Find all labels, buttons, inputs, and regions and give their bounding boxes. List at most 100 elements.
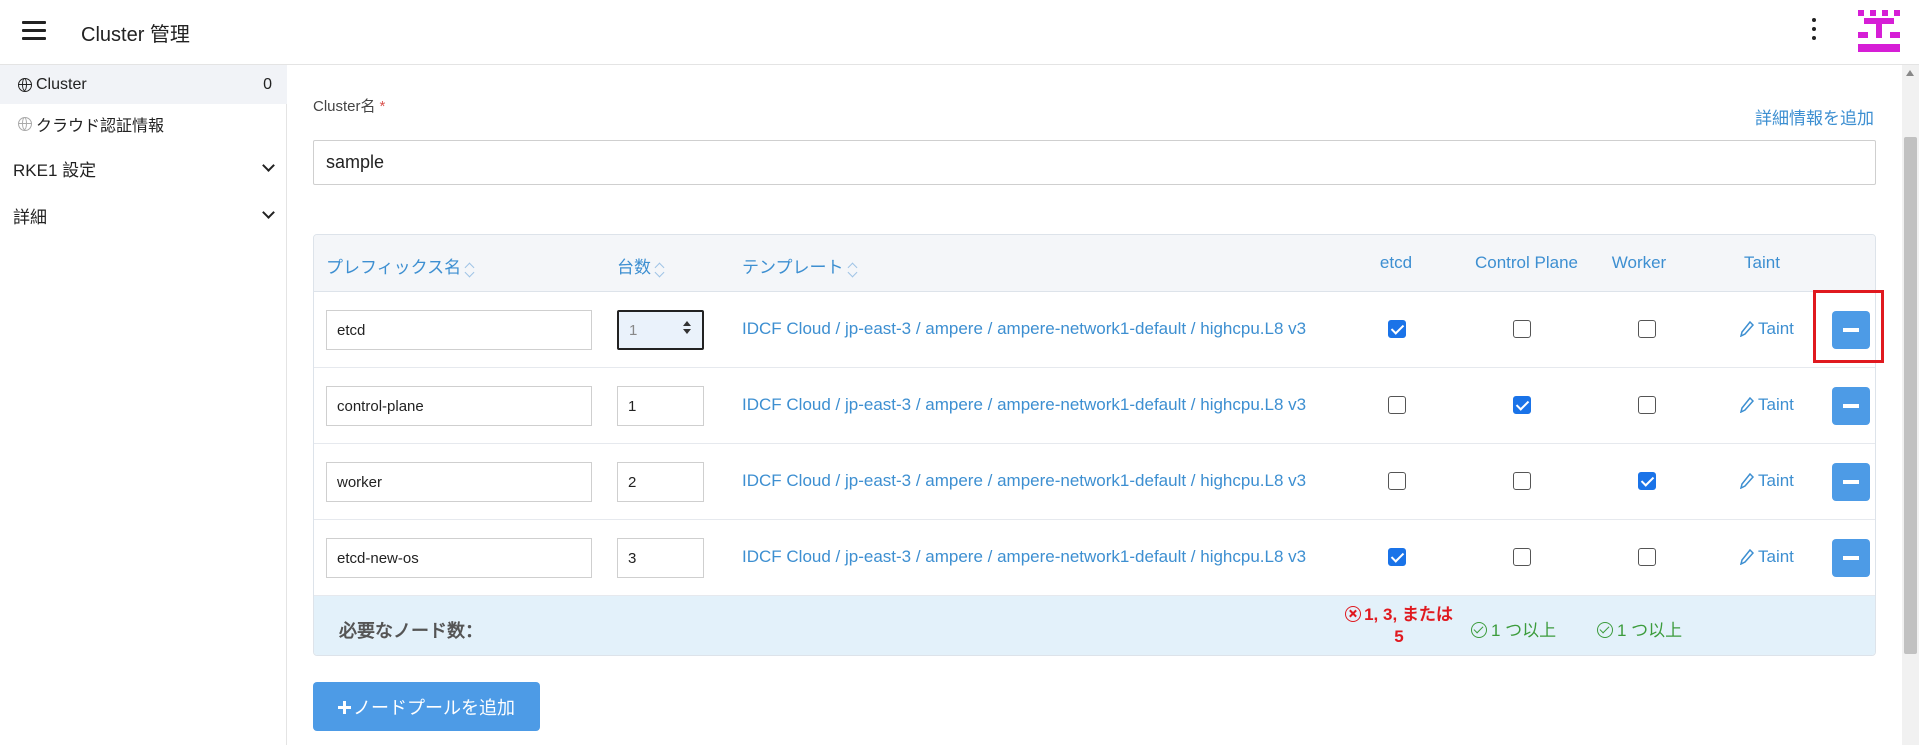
worker-requirement-status: 1 つ以上 — [1597, 616, 1682, 641]
prefix-input[interactable] — [326, 310, 592, 350]
taint-link[interactable]: Taint — [1740, 471, 1794, 491]
pencil-icon — [1740, 321, 1754, 337]
scroll-thumb[interactable] — [1904, 137, 1917, 654]
table-header: プレフィックス名 台数 テンプレート etcd Control Plane Wo… — [314, 235, 1875, 292]
chevron-down-icon — [262, 159, 275, 172]
worker-checkbox[interactable] — [1638, 320, 1656, 338]
taint-label: Taint — [1758, 395, 1794, 414]
control-plane-checkbox[interactable] — [1513, 472, 1531, 490]
node-pool-table: プレフィックス名 台数 テンプレート etcd Control Plane Wo… — [313, 234, 1876, 656]
globe-icon — [18, 116, 32, 131]
app-title: Cluster 管理 — [81, 24, 190, 46]
prefix-input[interactable] — [326, 538, 592, 578]
sidebar-item-count: 0 — [263, 75, 272, 93]
error-circle-icon — [1345, 606, 1362, 622]
sidebar: Cluster 0 クラウド認証情報 RKE1 設定 詳細 — [0, 65, 287, 745]
worker-checkbox[interactable] — [1638, 548, 1656, 566]
header-etcd: etcd — [1379, 253, 1413, 272]
header-prefix[interactable]: プレフィックス名 — [326, 253, 474, 278]
sidebar-item-cloud-credentials[interactable]: クラウド認証情報 — [0, 104, 287, 143]
table-row: IDCF Cloud / jp-east-3 / ampere / ampere… — [314, 292, 1875, 368]
etcd-requirement-text-cont: 5 — [1394, 627, 1404, 646]
sidebar-group-label: RKE1 設定 — [13, 161, 97, 180]
sort-icon — [465, 261, 474, 276]
hamburger-icon[interactable] — [22, 21, 46, 41]
worker-checkbox[interactable] — [1638, 396, 1656, 414]
pencil-icon — [1740, 549, 1754, 565]
app-header: Cluster 管理 — [0, 0, 1919, 65]
taint-link[interactable]: Taint — [1740, 547, 1794, 567]
worker-checkbox[interactable] — [1638, 472, 1656, 490]
header-prefix-label: プレフィックス名 — [326, 258, 462, 277]
sidebar-item-cluster[interactable]: Cluster 0 — [0, 65, 287, 104]
template-link[interactable]: IDCF Cloud / jp-east-3 / ampere / ampere… — [742, 395, 1306, 415]
cluster-name-label: Cluster名 * — [313, 95, 385, 116]
cluster-name-label-text: Cluster名 — [313, 98, 376, 115]
header-count-label: 台数 — [617, 258, 651, 277]
taint-link[interactable]: Taint — [1740, 319, 1794, 339]
remove-node-pool-button[interactable] — [1832, 463, 1870, 501]
count-stepper[interactable] — [680, 318, 694, 342]
chevron-down-icon — [262, 206, 275, 219]
sidebar-item-label: クラウド認証情報 — [36, 117, 165, 135]
template-link[interactable]: IDCF Cloud / jp-east-3 / ampere / ampere… — [742, 319, 1306, 339]
user-avatar[interactable] — [1856, 8, 1902, 54]
add-detail-link[interactable]: 詳細情報を追加 — [1755, 104, 1874, 129]
prefix-input[interactable] — [326, 386, 592, 426]
remove-node-pool-button[interactable] — [1832, 387, 1870, 425]
template-link[interactable]: IDCF Cloud / jp-east-3 / ampere / ampere… — [742, 471, 1306, 491]
table-row: IDCF Cloud / jp-east-3 / ampere / ampere… — [314, 368, 1875, 444]
table-row: IDCF Cloud / jp-east-3 / ampere / ampere… — [314, 444, 1875, 520]
control-plane-checkbox[interactable] — [1513, 548, 1531, 566]
header-template[interactable]: テンプレート — [742, 253, 857, 278]
table-row: IDCF Cloud / jp-east-3 / ampere / ampere… — [314, 520, 1875, 596]
etcd-requirement-text: 1, 3, または — [1364, 605, 1453, 624]
control-plane-checkbox[interactable] — [1513, 396, 1531, 414]
taint-label: Taint — [1758, 319, 1794, 338]
prefix-input[interactable] — [326, 462, 592, 502]
control-plane-checkbox[interactable] — [1513, 320, 1531, 338]
globe-icon — [18, 77, 32, 92]
header-template-label: テンプレート — [742, 258, 844, 277]
count-input[interactable] — [617, 462, 704, 502]
etcd-checkbox[interactable] — [1388, 396, 1406, 414]
sidebar-group-rke1-settings[interactable]: RKE1 設定 — [0, 149, 287, 188]
header-taint: Taint — [1744, 253, 1780, 272]
kebab-icon[interactable] — [1806, 16, 1822, 46]
taint-label: Taint — [1758, 471, 1794, 490]
etcd-requirement-status: 1, 3, または 5 — [1334, 604, 1464, 648]
plus-icon — [338, 701, 351, 714]
check-circle-icon — [1471, 622, 1487, 638]
vertical-scrollbar[interactable] — [1902, 65, 1919, 745]
count-input[interactable] — [617, 538, 704, 578]
pencil-icon — [1740, 397, 1754, 413]
cluster-name-input[interactable] — [313, 140, 1876, 185]
sidebar-group-details[interactable]: 詳細 — [0, 196, 287, 235]
header-count[interactable]: 台数 — [617, 253, 664, 278]
etcd-checkbox[interactable] — [1388, 320, 1406, 338]
taint-link[interactable]: Taint — [1740, 395, 1794, 415]
check-circle-icon — [1597, 622, 1613, 638]
template-link[interactable]: IDCF Cloud / jp-east-3 / ampere / ampere… — [742, 547, 1306, 567]
sidebar-item-label: Cluster — [36, 75, 87, 93]
control-plane-requirement-status: 1 つ以上 — [1471, 616, 1556, 641]
remove-node-pool-button[interactable] — [1832, 539, 1870, 577]
etcd-checkbox[interactable] — [1388, 548, 1406, 566]
add-node-pool-button[interactable]: ノードプールを追加 — [313, 682, 540, 731]
etcd-checkbox[interactable] — [1388, 472, 1406, 490]
required-nodes-label: 必要なノード数： — [339, 621, 483, 641]
worker-requirement-text: 1 つ以上 — [1617, 621, 1683, 640]
remove-node-pool-button[interactable] — [1832, 311, 1870, 349]
sort-icon — [848, 261, 857, 276]
sidebar-group-label: 詳細 — [13, 208, 47, 227]
header-control-plane: Control Plane — [1474, 253, 1578, 272]
pencil-icon — [1740, 473, 1754, 489]
scroll-up-arrow-icon[interactable] — [1906, 70, 1914, 76]
header-worker: Worker — [1611, 253, 1667, 272]
taint-label: Taint — [1758, 547, 1794, 566]
required-nodes-summary: 必要なノード数： 1, 3, または 5 1 つ以上 1 つ以上 — [314, 596, 1875, 655]
sort-icon — [655, 261, 664, 276]
required-mark: * — [379, 98, 386, 115]
add-node-pool-label: ノードプールを追加 — [353, 697, 515, 718]
count-input[interactable] — [617, 386, 704, 426]
